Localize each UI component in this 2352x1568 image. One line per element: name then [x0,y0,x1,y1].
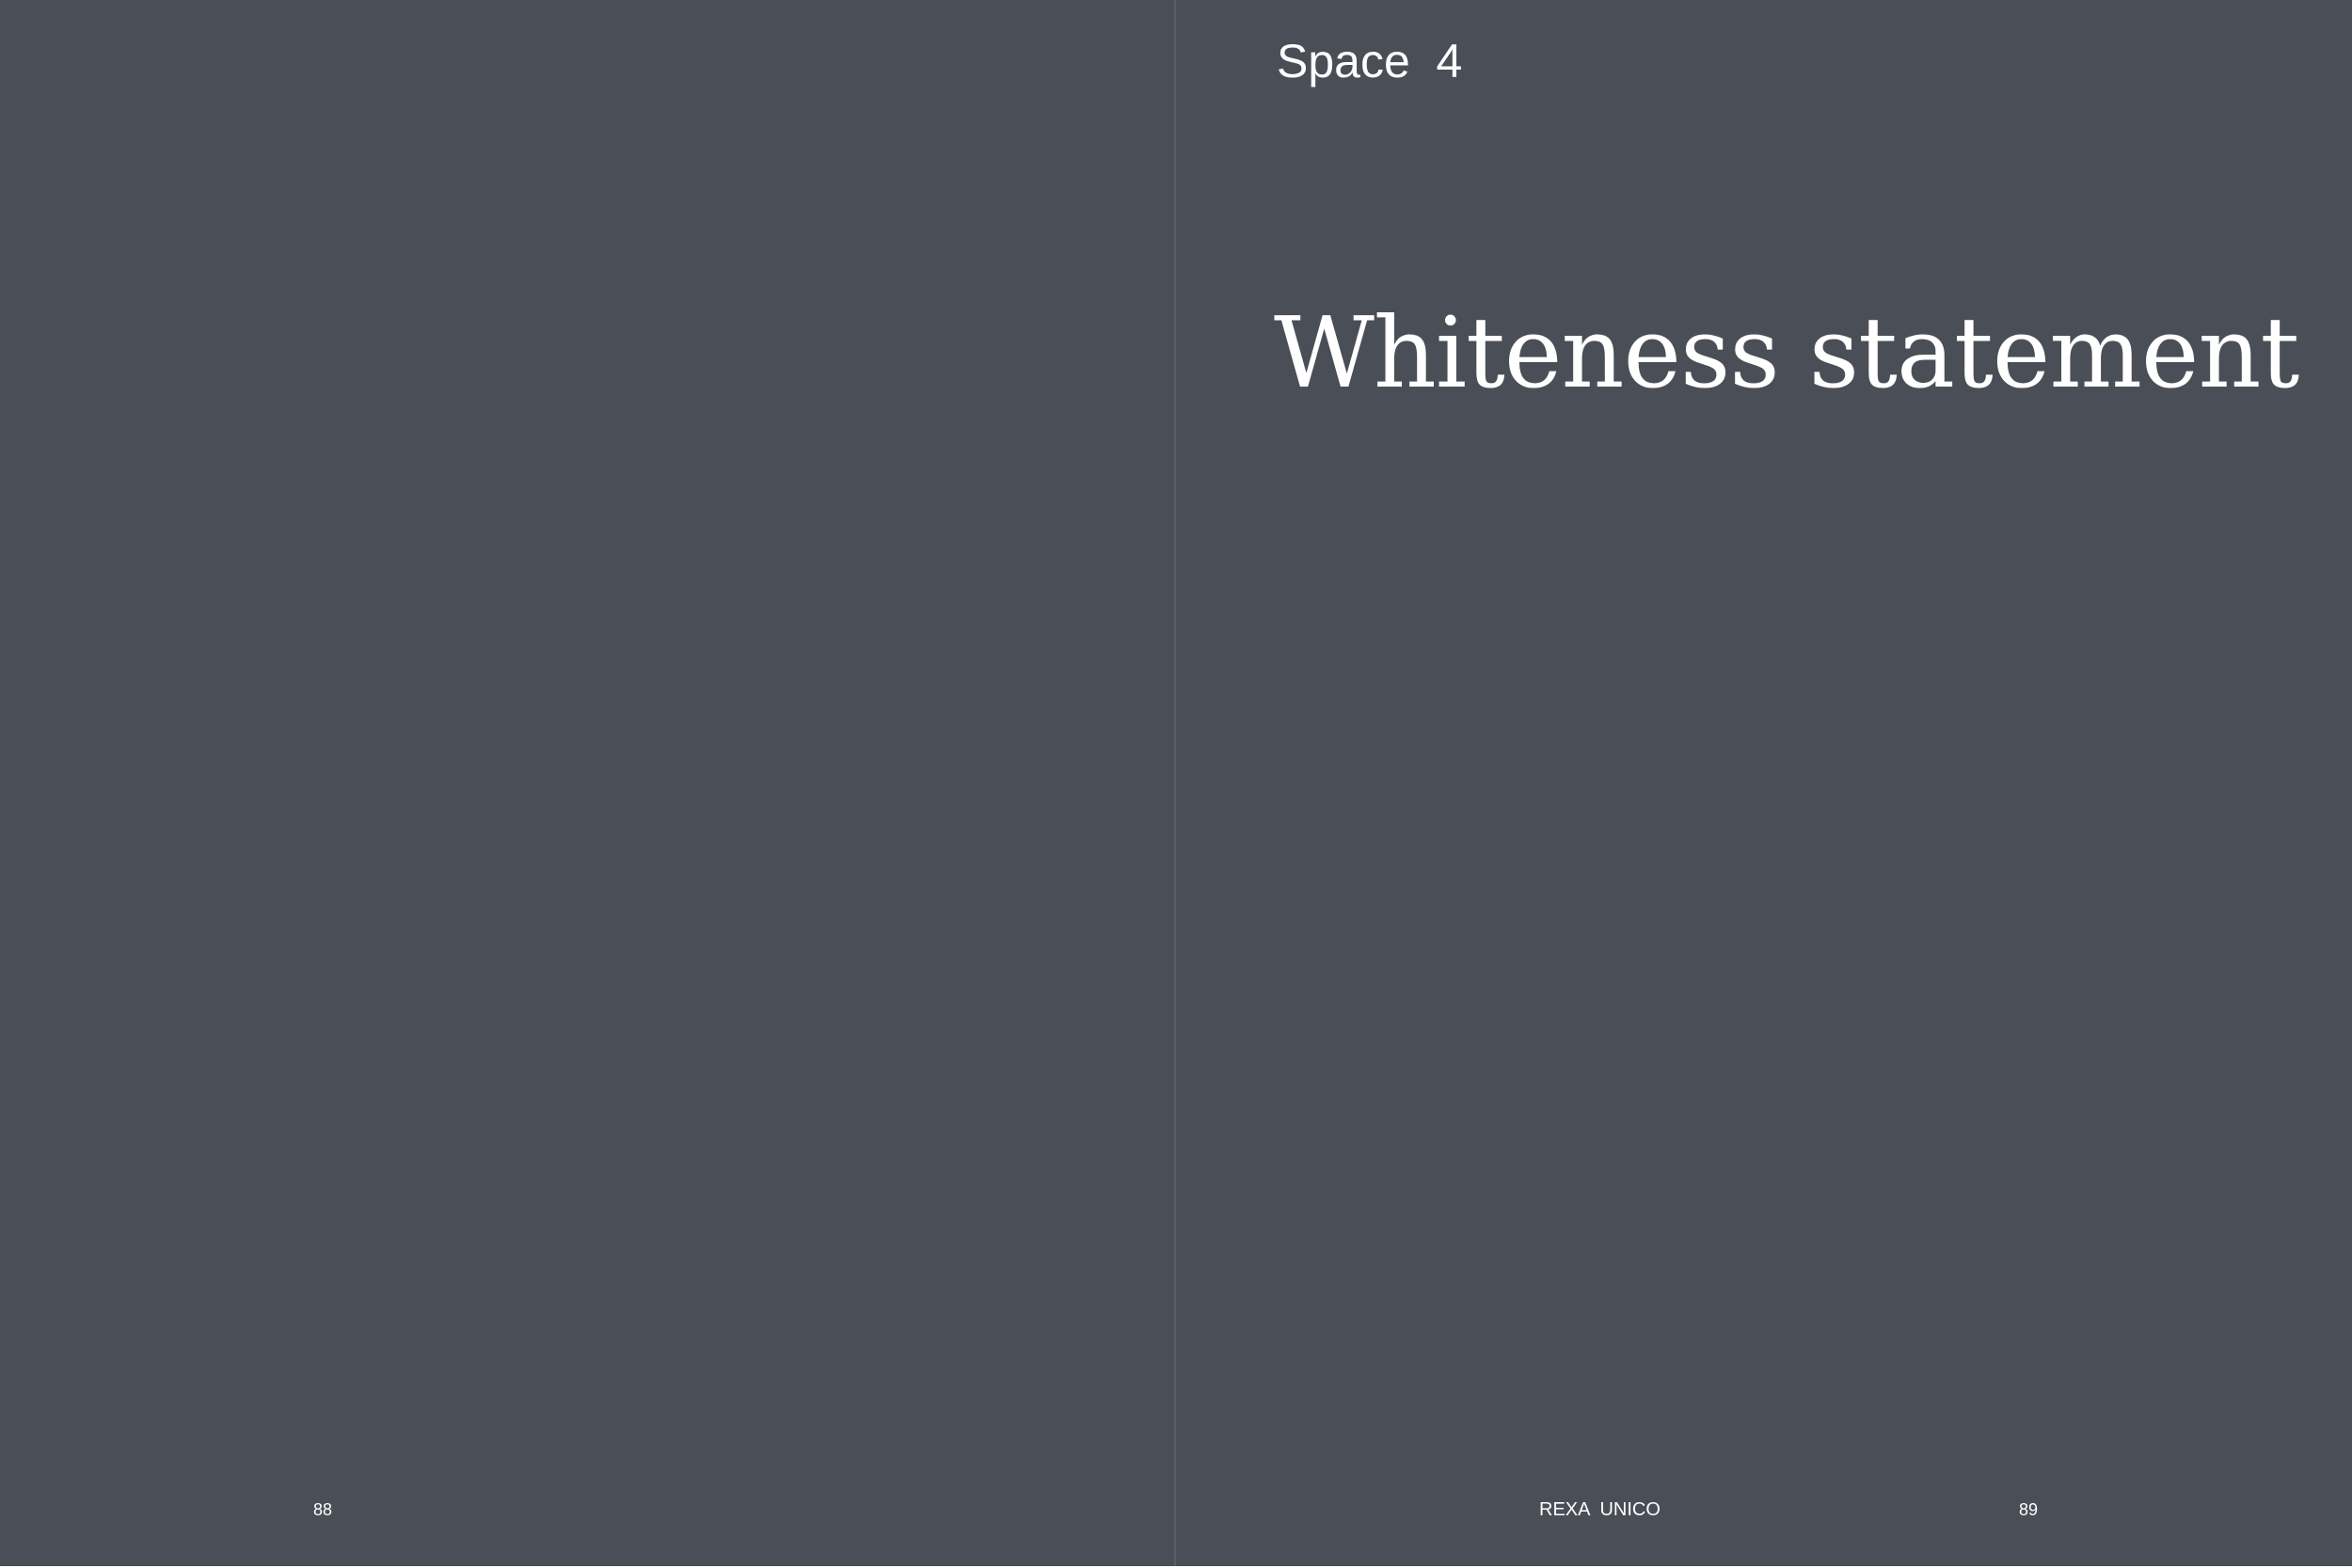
right-page: Space 4 Whiteness statement REXA UNICO 8… [1176,0,2352,1566]
running-footer: REXA UNICO [1539,1499,1661,1520]
left-page-number: 88 [313,1500,333,1519]
left-page: 88 [0,0,1175,1566]
book-spread: 88 Space 4 Whiteness statement REXA UNIC… [0,0,2352,1568]
right-page-number: 89 [2019,1500,2039,1519]
page-title: Whiteness statement [1274,295,2299,410]
section-label: Space 4 [1277,35,1463,87]
